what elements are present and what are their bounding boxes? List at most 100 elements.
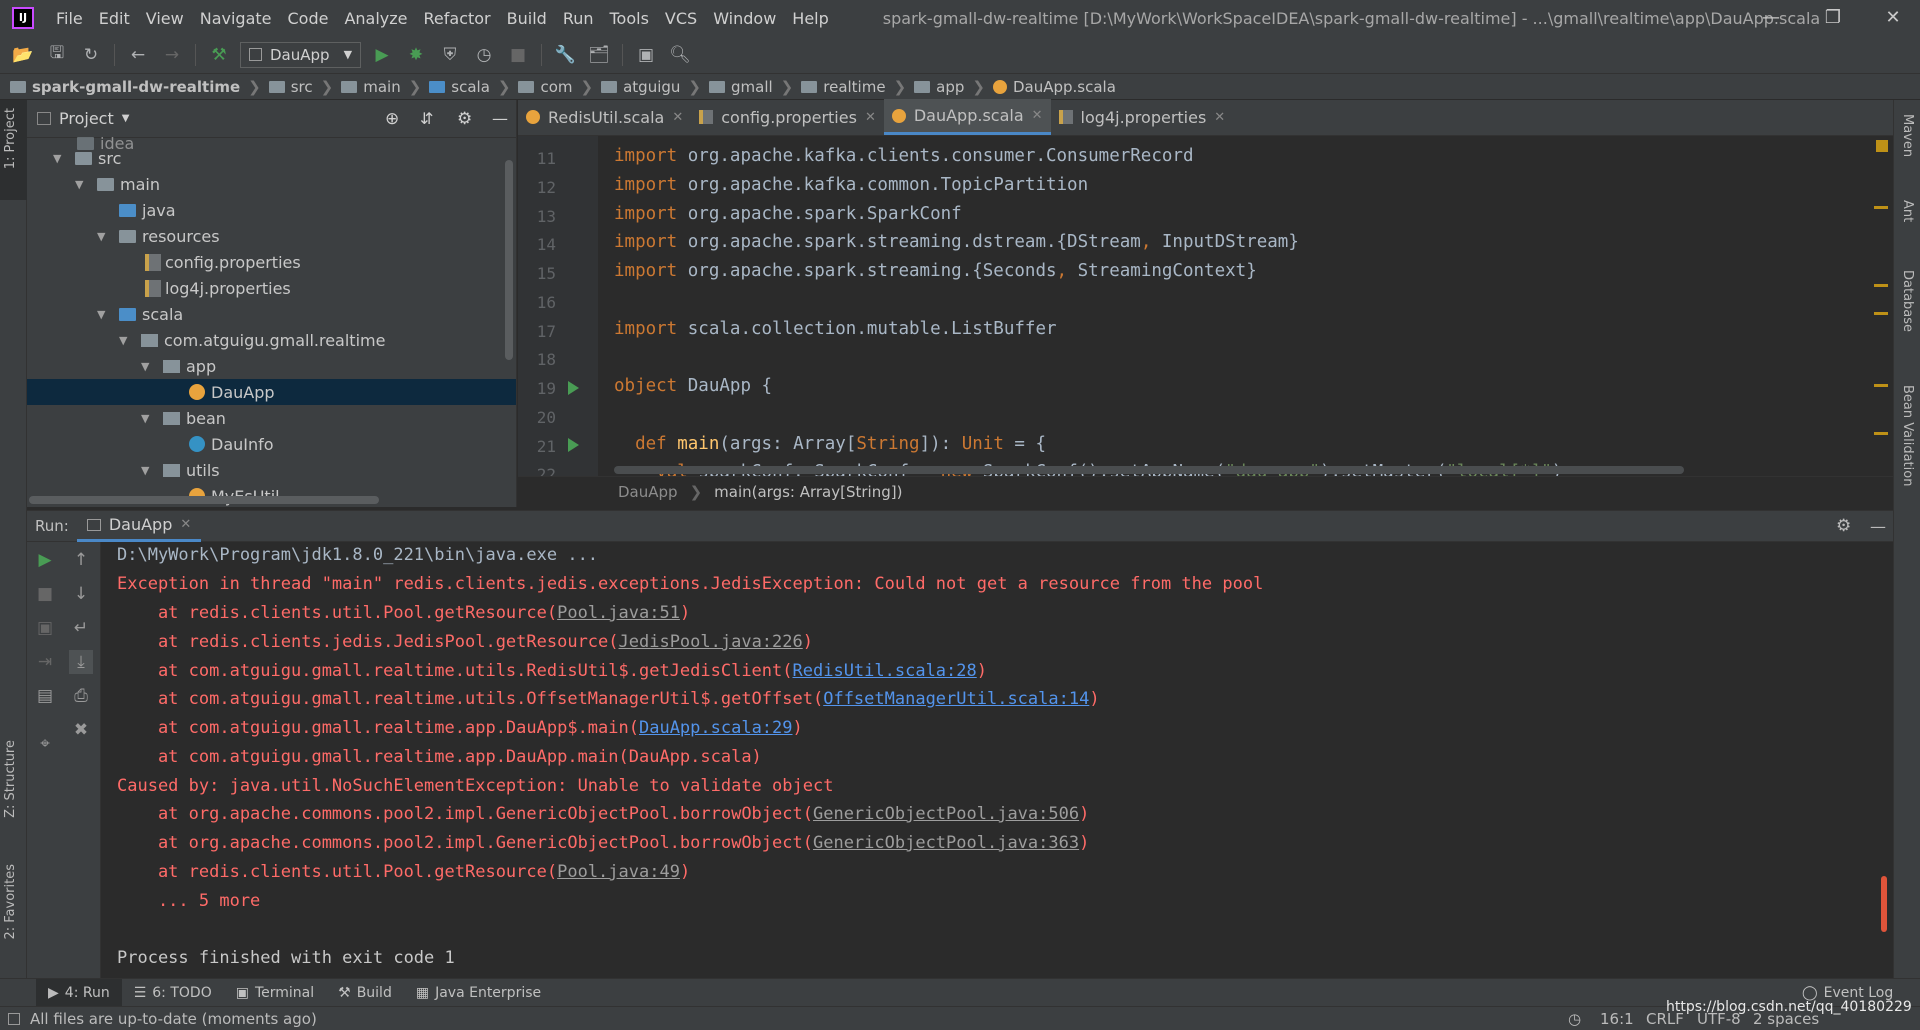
tab-config-properties[interactable]: config.properties ✕ xyxy=(691,99,884,135)
menu-help[interactable]: Help xyxy=(784,9,836,28)
close-icon[interactable]: ✕ xyxy=(1032,108,1043,123)
database-tool-tab[interactable]: Database xyxy=(1900,270,1915,332)
menu-build[interactable]: Build xyxy=(499,9,555,28)
menu-navigate[interactable]: Navigate xyxy=(192,9,280,28)
sync-icon[interactable]: ↻ xyxy=(76,40,106,70)
stack-frame-link[interactable]: GenericObjectPool.java:506 xyxy=(813,804,1079,824)
breadcrumb-app[interactable]: app xyxy=(914,78,964,96)
tree-item-bean[interactable]: ▼ bean xyxy=(141,405,226,431)
menu-edit[interactable]: Edit xyxy=(91,9,138,28)
tree-item-scala[interactable]: ▼ scala xyxy=(97,301,183,327)
locate-icon[interactable]: ⊕ xyxy=(385,109,399,129)
menu-window[interactable]: Window xyxy=(705,9,784,28)
menu-tools[interactable]: Tools xyxy=(602,9,657,28)
stack-frame-link[interactable]: DauApp.scala:29 xyxy=(639,718,793,738)
run-gutter-icon[interactable] xyxy=(568,438,579,452)
forward-icon[interactable]: → xyxy=(157,40,187,70)
up-arrow-icon[interactable]: ↑ xyxy=(69,548,93,572)
close-icon[interactable]: ✕ xyxy=(865,110,876,125)
close-icon[interactable]: ✕ xyxy=(1214,110,1225,125)
structure-tool-tab[interactable]: Z: Structure xyxy=(0,740,27,840)
tree-item-java[interactable]: java xyxy=(119,197,176,223)
chevron-down-icon[interactable]: ▼ xyxy=(141,464,155,477)
stack-frame-link[interactable]: Pool.java:51 xyxy=(557,603,680,623)
tree-item-log4j-properties[interactable]: log4j.properties xyxy=(145,275,291,301)
maven-tool-tab[interactable]: Maven xyxy=(1900,114,1915,157)
back-icon[interactable]: ← xyxy=(123,40,153,70)
breadcrumb-file[interactable]: DauApp.scala xyxy=(992,78,1116,96)
tree-item-resources[interactable]: ▼ resources xyxy=(97,223,220,249)
camera-icon[interactable]: ▣ xyxy=(33,616,57,640)
warning-indicator-icon[interactable] xyxy=(1876,140,1888,152)
layout-icon[interactable]: ▤ xyxy=(33,684,57,708)
tree-item-package[interactable]: ▼ com.atguigu.gmall.realtime xyxy=(119,327,385,353)
project-view-selector[interactable]: Project xyxy=(59,109,114,128)
tree-item-dauapp[interactable]: DauApp xyxy=(27,379,516,405)
scroll-marker[interactable] xyxy=(1874,432,1888,435)
down-arrow-icon[interactable]: ↓ xyxy=(69,582,93,606)
open-folder-icon[interactable]: 📂 xyxy=(8,40,38,70)
breadcrumb-src[interactable]: src xyxy=(268,78,313,96)
scroll-marker[interactable] xyxy=(1874,206,1888,209)
gear-icon[interactable]: ⚙ xyxy=(1836,516,1851,536)
tree-item-main[interactable]: ▼ main xyxy=(75,171,160,197)
tree-item-src[interactable]: ▼ src xyxy=(53,145,121,171)
restore-icon[interactable]: ❐ xyxy=(1810,0,1856,36)
run-config-select[interactable]: DauApp ▼ xyxy=(240,41,362,68)
build-hammer-icon[interactable]: ⚒ xyxy=(204,40,234,70)
hide-panel-icon[interactable]: — xyxy=(492,109,508,128)
settings-wrench-icon[interactable]: 🔧 xyxy=(550,40,580,70)
chevron-down-icon[interactable]: ▼ xyxy=(141,360,155,373)
run-console[interactable]: D:\MyWork\Program\jdk1.8.0_221\bin\java.… xyxy=(101,542,1893,978)
breadcrumb-gmall[interactable]: gmall xyxy=(709,78,773,96)
breadcrumb-scala[interactable]: scala xyxy=(429,78,490,96)
collapse-all-icon[interactable]: ⇵ xyxy=(420,109,433,128)
scroll-marker[interactable] xyxy=(1874,312,1888,315)
scroll-to-end-icon[interactable]: ⤓ xyxy=(69,650,93,674)
search-icon[interactable]: 🔍︎ xyxy=(665,40,695,70)
chevron-down-icon[interactable]: ▼ xyxy=(53,152,67,165)
code-editor[interactable]: 11 12 13 14 15 16 17 18 19 20 21 22 impo… xyxy=(518,136,1893,476)
tab-run[interactable]: ▶ 4: Run xyxy=(36,978,122,1007)
save-icon[interactable]: 🖫 xyxy=(42,40,72,70)
chevron-down-icon[interactable]: ▼ xyxy=(119,334,133,347)
favorites-tool-tab[interactable]: 2: Favorites xyxy=(0,864,27,964)
bean-validation-tool-tab[interactable]: Bean Validation xyxy=(1900,385,1915,486)
tab-build[interactable]: ⚒ Build xyxy=(326,979,404,1007)
menu-file[interactable]: File xyxy=(48,9,91,28)
stack-frame-link[interactable]: OffsetManagerUtil.scala:14 xyxy=(823,689,1089,709)
stack-frame-link[interactable]: RedisUtil.scala:28 xyxy=(793,661,977,681)
menu-refactor[interactable]: Refactor xyxy=(416,9,499,28)
chevron-down-icon[interactable]: ▼ xyxy=(75,178,89,191)
stack-frame-link[interactable]: GenericObjectPool.java:363 xyxy=(813,833,1079,853)
menu-view[interactable]: View xyxy=(138,9,192,28)
caret-position[interactable]: 16:1 xyxy=(1600,1010,1634,1028)
rerun-icon[interactable]: ▶ xyxy=(33,548,57,572)
scroll-marker[interactable] xyxy=(1874,284,1888,287)
stop-icon[interactable]: ■ xyxy=(33,582,57,606)
close-icon[interactable]: ✕ xyxy=(672,110,683,125)
run-gutter-icon[interactable] xyxy=(568,381,579,395)
gear-icon[interactable]: ⚙ xyxy=(457,109,472,129)
tree-item-utils[interactable]: ▼ utils xyxy=(141,457,220,483)
tree-item-app[interactable]: ▼ app xyxy=(141,353,216,379)
coverage-icon[interactable]: ⛨ xyxy=(435,40,465,70)
close-icon[interactable]: ✕ xyxy=(180,517,191,532)
horizontal-scrollbar[interactable] xyxy=(29,496,379,504)
editor-crumb-method[interactable]: main(args: Array[String]) xyxy=(714,483,902,501)
trash-icon[interactable]: ✖ xyxy=(69,718,93,742)
menu-code[interactable]: Code xyxy=(280,9,337,28)
profile-icon[interactable]: ◷ xyxy=(469,40,499,70)
close-icon[interactable]: ✕ xyxy=(1870,0,1916,36)
tab-terminal[interactable]: ▣ Terminal xyxy=(224,979,326,1007)
breadcrumb-main[interactable]: main xyxy=(341,78,401,96)
stop-icon[interactable]: ■ xyxy=(503,40,533,70)
menu-run[interactable]: Run xyxy=(555,9,602,28)
breadcrumb-realtime[interactable]: realtime xyxy=(801,78,886,96)
debug-icon[interactable]: ✸ xyxy=(401,40,431,70)
scroll-marker[interactable] xyxy=(1874,384,1888,387)
tree-item-config-properties[interactable]: config.properties xyxy=(145,249,301,275)
hide-panel-icon[interactable]: — xyxy=(1870,517,1886,536)
exit-icon[interactable]: ⇥ xyxy=(33,650,57,674)
project-structure-icon[interactable]: 🗂 xyxy=(584,40,614,70)
